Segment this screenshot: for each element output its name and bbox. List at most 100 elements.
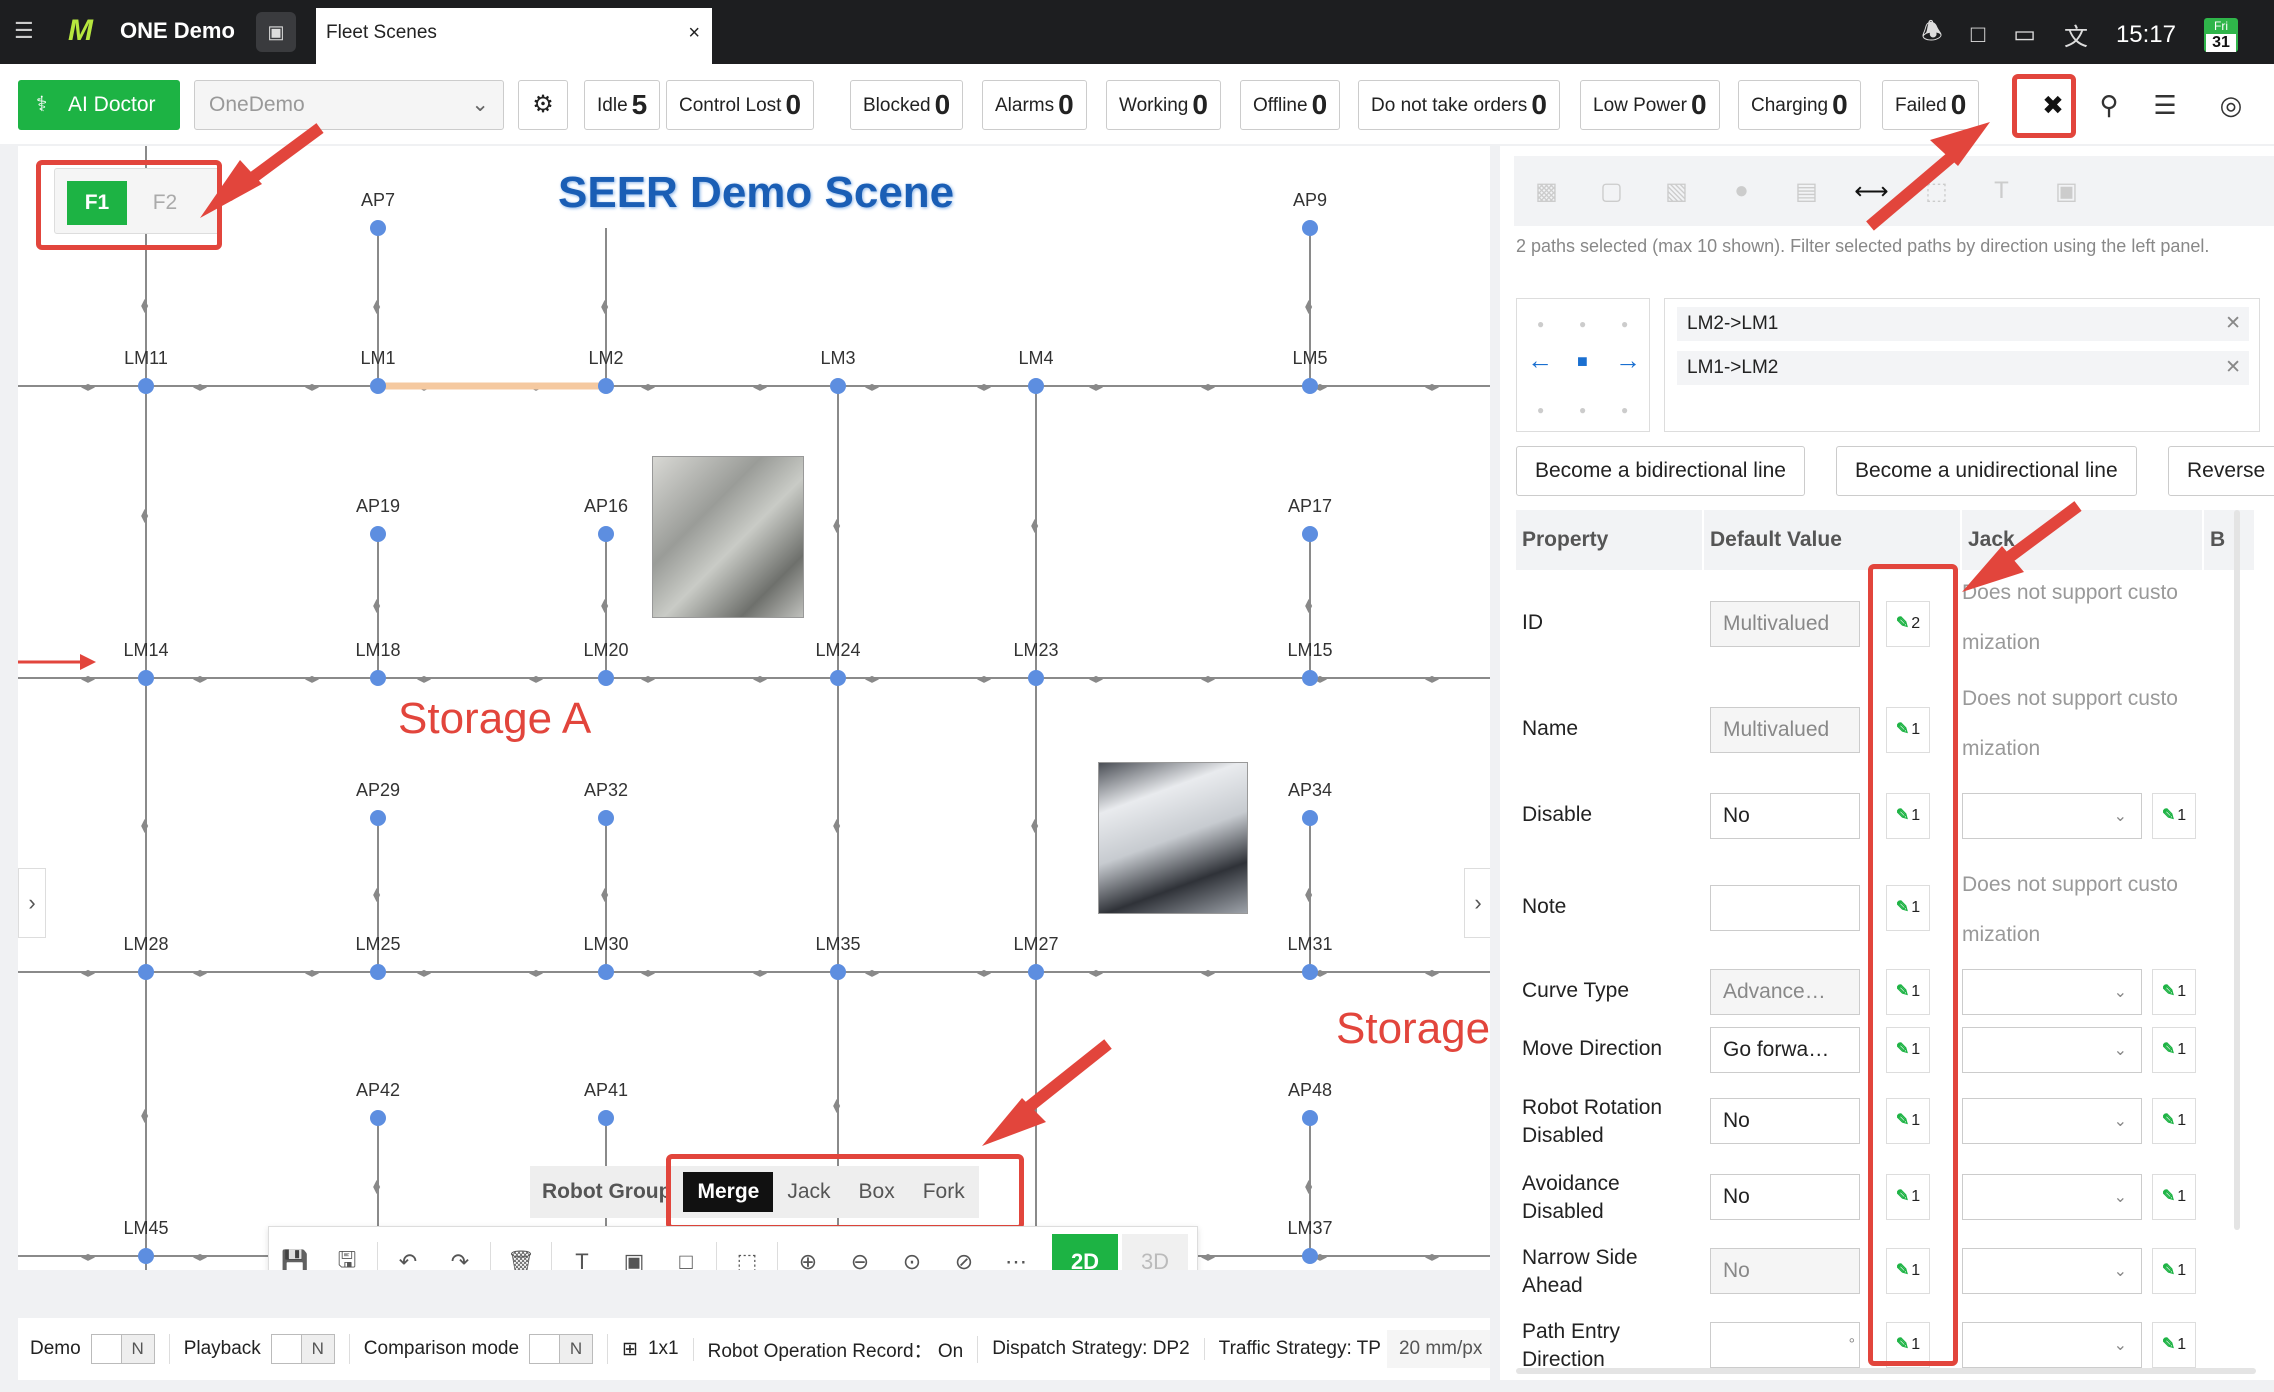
tab-close-icon[interactable]: × [688,8,700,58]
zoom-out-icon[interactable]: ⊖ [834,1249,886,1270]
map-node[interactable] [598,964,614,980]
map-node[interactable] [138,964,154,980]
zoom-fit-icon[interactable]: ⊙ [886,1249,938,1270]
default-value-field[interactable]: ° [1710,1322,1860,1368]
map-node[interactable] [598,526,614,542]
map-node[interactable] [370,378,386,394]
close-icon[interactable]: ✕ [2225,351,2241,385]
jack-value-select[interactable]: ⌄ [1962,969,2142,1015]
jack-customize-count-button[interactable]: ✎ 1 [2152,1322,2196,1368]
vertical-scrollbar[interactable] [2234,510,2240,1230]
filter-icon[interactable]: ☰ [2140,80,2190,130]
menu-icon[interactable]: ☰ [14,18,34,44]
status-filter-alarms[interactable]: Alarms 0 [982,80,1087,130]
view-3d-button[interactable]: 3D [1122,1234,1188,1270]
add-text-icon[interactable]: T [556,1249,608,1270]
default-value-field[interactable]: No [1710,1098,1860,1144]
default-value-field[interactable]: No [1710,1174,1860,1220]
default-value-field[interactable]: Multivalued [1710,707,1860,753]
map-node[interactable] [598,1110,614,1126]
note-icon[interactable]: □ [1971,21,1986,49]
map-node[interactable] [370,810,386,826]
bell-icon[interactable]: 🕭 [1921,14,1942,55]
bidirectional-button[interactable]: Become a bidirectional line [1516,446,1805,496]
default-value-field[interactable]: Go forwa… [1710,1027,1860,1073]
map-node[interactable] [370,964,386,980]
jack-customize-count-button[interactable]: ✎ 1 [2152,1174,2196,1220]
tab-fleet-scenes[interactable]: Fleet Scenes × [316,8,712,64]
path-item[interactable]: LM2->LM1 ✕ [1677,307,2249,341]
bin-type-icon[interactable]: ▤ [1774,177,1839,206]
map-canvas[interactable]: ◂▸ ◂▸ ◂▸ ◂▸ ◂▸ ◂▸ ◂▸ ◂▸ ◂▸ ◂▸ ◂▸ ◂▸ ◂▸ ◂▸ ◂▸ ◂▸ ◂▸ ◂▸ ◂▸ ◂▸… [18,146,1490,1270]
ai-doctor-button[interactable]: ⚕ AI Doctor [18,80,180,130]
eye-icon[interactable]: ◎ [2206,80,2256,130]
save-icon[interactable]: 💾 [269,1249,321,1270]
map-node[interactable] [1028,964,1044,980]
status-filter-working[interactable]: Working 0 [1106,80,1221,130]
robot-type-icon[interactable]: ▩ [1514,177,1579,206]
image-type-icon[interactable]: ▣ [2034,177,2099,206]
status-filter-offline[interactable]: Offline 0 [1240,80,1341,130]
calendar-icon[interactable]: Fri 31 [2204,17,2238,52]
map-node[interactable] [370,220,386,236]
ai-chip-icon[interactable]: ▣ [256,12,296,52]
scene-select[interactable]: OneDemo ⌄ [194,80,504,130]
jack-value-select[interactable]: ⌄ [1962,1248,2142,1294]
status-filter-failed[interactable]: Failed 0 [1882,80,1980,130]
jack-customize-count-button[interactable]: ✎ 1 [2152,1098,2196,1144]
map-graph[interactable]: ◂▸ ◂▸ ◂▸ ◂▸ ◂▸ ◂▸ ◂▸ ◂▸ ◂▸ ◂▸ ◂▸ ◂▸ ◂▸ ◂▸ ◂▸ ◂▸ ◂▸ ◂▸ ◂▸ ◂▸… [18,146,1490,1270]
map-node[interactable] [1028,670,1044,686]
redo-icon[interactable]: ↷ [434,1249,486,1270]
map-node[interactable] [1302,1110,1318,1126]
status-filter-idle[interactable]: Idle 5 [584,80,661,130]
path-type-icon[interactable]: ⟷ [1839,177,1904,206]
view-2d-button[interactable]: 2D [1052,1234,1118,1270]
unidirectional-button[interactable]: Become a unidirectional line [1836,446,2137,496]
arrow-right-icon[interactable]: → [1615,345,1641,376]
text-type-icon[interactable]: T [1969,177,2034,205]
jack-customize-count-button[interactable]: ✎ 1 [2152,1248,2196,1294]
default-value-field[interactable]: No [1710,1248,1860,1294]
default-value-field[interactable]: Advance… [1710,969,1860,1015]
map-node[interactable] [830,964,846,980]
jack-value-select[interactable]: ⌄ [1962,793,2142,839]
jack-value-select[interactable]: ⌄ [1962,1322,2142,1368]
grid-setting[interactable]: ⊞ 1x1 [622,1337,694,1361]
map-node[interactable] [598,810,614,826]
map-node[interactable] [138,670,154,686]
map-node[interactable] [370,1110,386,1126]
add-image-icon[interactable]: ▣ [608,1249,660,1270]
path-item[interactable]: LM1->LM2 ✕ [1677,351,2249,385]
more-icon[interactable]: ⋯ [990,1249,1042,1270]
reverse-button[interactable]: Reverse [2168,446,2274,496]
search-icon[interactable]: ⚲ [2084,80,2134,130]
map-node[interactable] [1028,378,1044,394]
map-node[interactable] [370,670,386,686]
map-node[interactable] [598,670,614,686]
arrow-left-icon[interactable]: ← [1527,345,1553,376]
map-node[interactable] [1302,670,1318,686]
map-node[interactable] [1302,526,1318,542]
jack-value-select[interactable]: ⌄ [1962,1027,2142,1073]
map-node[interactable] [1302,378,1318,394]
status-filter-charging[interactable]: Charging 0 [1738,80,1861,130]
jack-customize-count-button[interactable]: ✎ 1 [2152,793,2196,839]
undo-icon[interactable]: ↶ [382,1249,434,1270]
status-filter-do-not-take-orders[interactable]: Do not take orders 0 [1358,80,1560,130]
gear-icon[interactable]: ⚙ [518,80,568,130]
default-value-field[interactable]: No [1710,793,1860,839]
map-node[interactable] [1302,220,1318,236]
delete-icon[interactable]: 🗑 [495,1249,547,1270]
point-type-icon[interactable]: ● [1709,177,1774,205]
map-node[interactable] [138,378,154,394]
default-value-field[interactable] [1710,885,1860,931]
monitor-icon[interactable]: ▭ [2013,20,2036,49]
horizontal-scrollbar[interactable] [1516,1368,2256,1374]
translate-icon[interactable]: 文 [2064,17,2088,52]
center-square-icon[interactable]: ■ [1577,351,1588,372]
select-area-icon[interactable]: ⬚ [721,1249,773,1270]
save-as-icon[interactable]: 🖫 [321,1243,373,1270]
jack-customize-count-button[interactable]: ✎ 1 [2152,1027,2196,1073]
map-node[interactable] [1302,810,1318,826]
jack-value-select[interactable]: ⌄ [1962,1174,2142,1220]
